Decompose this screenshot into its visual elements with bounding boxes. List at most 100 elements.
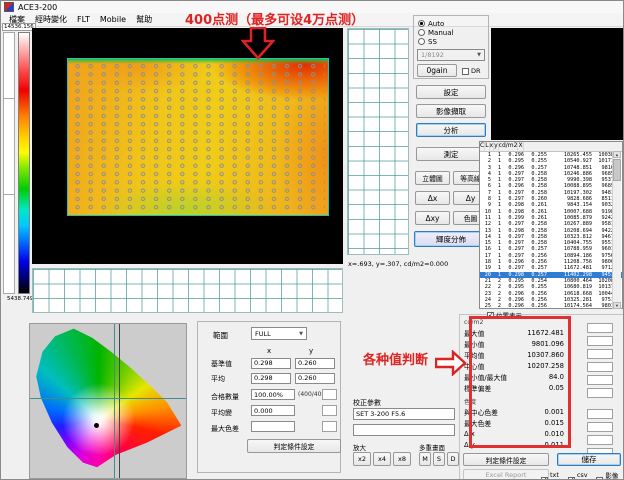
measure-button[interactable]: 測定 (416, 147, 486, 161)
analyze-button[interactable]: 分析 (416, 123, 486, 137)
solid-view-button[interactable]: 立體圖 (415, 171, 450, 185)
annotation-judge-note: 各种值判断 (363, 349, 428, 368)
stat-value: 0.001 (545, 408, 564, 416)
stat-row: 最大色差 0.015 (464, 417, 564, 428)
lum-stats: 最大值 11672.481 最小值 9801.096 平均值 10307.860… (464, 327, 564, 393)
color-scale-bar (18, 32, 30, 294)
scroll-up-icon[interactable]: ▲ (613, 151, 621, 158)
chroma-stats: 與中心色差 0.001 最大色差 0.015 Δ x 0.010 Δ y 0.0… (464, 406, 564, 450)
export-checkbox[interactable]: 影像檔 (596, 470, 623, 480)
shutter-select[interactable]: 1/8192 ▼ (417, 49, 485, 61)
stat-row: 標準偏差 0.05 (464, 382, 564, 393)
menu-item[interactable]: 經時變化 (35, 14, 67, 25)
column-header[interactable]: cd/m2 (499, 142, 519, 151)
judge-box (587, 388, 613, 398)
summary-y-field[interactable]: 0.260 (295, 373, 335, 384)
stat-label: 最大值 (464, 328, 484, 338)
calibration-field2[interactable] (353, 424, 455, 436)
multiscreen-button[interactable]: S (433, 452, 445, 466)
radio-label: SS (428, 38, 437, 46)
scale-max-value: 14536.156 (2, 23, 36, 31)
multiscreen-button-group: MSD (419, 452, 459, 466)
judge-box (587, 422, 613, 432)
menu-item[interactable]: Mobile (100, 15, 126, 24)
excel-report-button[interactable]: Excel Report (463, 469, 549, 480)
range-select[interactable]: FULL ▼ (251, 327, 307, 340)
annotation-right-arrow-icon (435, 350, 467, 376)
annotation-points-note: 400点测（最多可设4万点测） (185, 9, 364, 28)
export-checkbox-label: txt檔 (550, 471, 564, 480)
mode-radio[interactable]: SS (418, 37, 453, 46)
menu-item[interactable]: FLT (77, 15, 90, 24)
stat-value: 10307.860 (527, 351, 564, 359)
pass-count-field[interactable]: 100.00% (251, 389, 295, 400)
menu-item[interactable]: 幫助 (136, 14, 152, 25)
multiscreen-button[interactable]: D (447, 452, 459, 466)
stats-block: cd/m2 最大值 11672.481 最小值 9801.096 平均值 103… (464, 318, 564, 450)
col-x-header: x (267, 347, 271, 355)
checkbox-icon (596, 477, 603, 480)
radio-label: Manual (428, 29, 453, 37)
footer-judge-setting-button[interactable]: 判定條件設定 (463, 453, 549, 466)
mode-radio[interactable]: Manual (418, 28, 453, 37)
heatmap-panel (32, 28, 343, 264)
avg-label: 平均變 (211, 408, 232, 418)
shutter-value: 1/8192 (421, 51, 444, 59)
judge-box (322, 389, 337, 400)
cie-crosshair-vertical (114, 324, 115, 478)
table-scrollbar[interactable]: ▲ ▼ (612, 151, 621, 309)
measurement-table: CLxycd/m2X 1 1 0.296 0.255 10265.455 100… (479, 141, 623, 309)
stat-row: 平均值 10307.860 (464, 349, 564, 360)
zoom-button[interactable]: x8 (393, 452, 411, 466)
summary-judge-setting-button[interactable]: 判定條件設定 (247, 439, 341, 453)
stat-value: 0.05 (549, 384, 564, 392)
gain-button[interactable]: 0gain (417, 64, 457, 77)
judge-box (587, 435, 613, 445)
ruler-tick (4, 194, 14, 195)
table-row[interactable]: 25 2 0.296 0.256 10174.564 9801 (480, 303, 622, 309)
stat-row: 中心值 10207.258 (464, 360, 564, 371)
maxdiff-field[interactable] (251, 421, 295, 432)
dr-checkbox[interactable]: DR (462, 67, 481, 75)
export-checkbox[interactable]: txt檔 (541, 470, 564, 480)
cie-horseshoe (30, 324, 186, 478)
settings-button[interactable]: 設定 (416, 85, 486, 99)
export-checkbox[interactable]: csv檔 (568, 470, 593, 480)
column-header[interactable]: X (518, 142, 523, 151)
stat-value: 10207.258 (527, 362, 564, 370)
checkbox-icon (462, 68, 469, 75)
multiscreen-button[interactable]: M (419, 452, 431, 466)
judge-box (322, 421, 337, 432)
mode-groupbox: Auto Manual SS 1/8192 ▼ 0gain DR (413, 15, 489, 79)
stat-label: 與中心色差 (464, 407, 498, 417)
stat-row: 與中心色差 0.001 (464, 406, 564, 417)
window-title: ACE3-200 (18, 3, 57, 12)
app-icon (4, 2, 14, 12)
judge-box (587, 409, 613, 419)
luminance-dist-button[interactable]: 輝度分佈 (414, 231, 488, 247)
vertical-profile-grid (347, 28, 409, 255)
table-header: CLxycd/m2X (480, 142, 622, 152)
calibration-field[interactable]: SET 3-200 F5.6 (353, 408, 455, 420)
mode-radio[interactable]: Auto (418, 19, 453, 28)
scroll-thumb[interactable] (613, 159, 621, 181)
scale-ruler (3, 32, 15, 294)
luminance-heatmap[interactable] (67, 58, 329, 216)
summary-x-field[interactable]: 0.298 (251, 373, 291, 384)
stat-label: 標準偏差 (464, 383, 491, 393)
radio-icon (418, 20, 425, 27)
scroll-down-icon[interactable]: ▼ (613, 302, 621, 309)
capture-button[interactable]: 影像擷取 (416, 104, 486, 118)
measure-points-grid (71, 62, 325, 212)
summary-y-field[interactable]: 0.260 (295, 358, 335, 369)
judge-box (587, 375, 613, 385)
delta-x-button[interactable]: Δx (415, 191, 450, 205)
zoom-button[interactable]: x4 (373, 452, 391, 466)
delta-xy-button[interactable]: Δxy (415, 211, 450, 225)
zoom-button[interactable]: x2 (353, 452, 371, 466)
summary-x-field[interactable]: 0.298 (251, 358, 291, 369)
avg-field[interactable]: 0.000 (251, 405, 295, 416)
panel-divider (459, 314, 460, 480)
stat-label: Δ y (464, 441, 475, 449)
save-button[interactable]: 儲存 (557, 453, 621, 466)
